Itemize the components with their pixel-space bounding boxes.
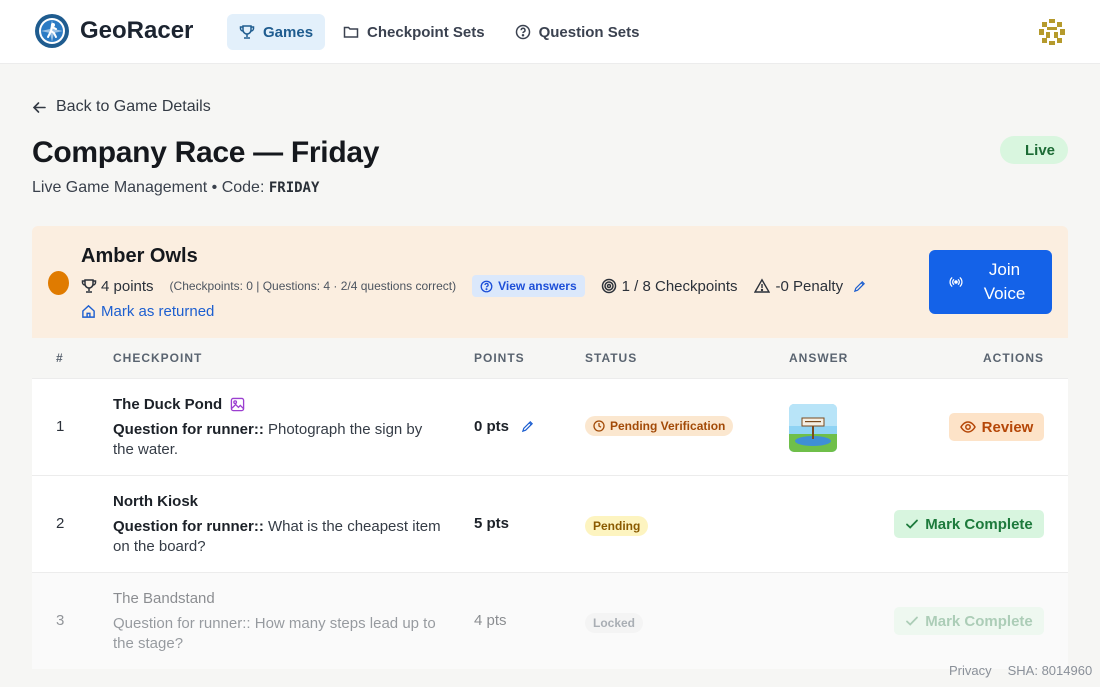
subtitle-text: Live Game Management • Code:: [32, 179, 269, 196]
mark-as-returned-link[interactable]: Mark as returned: [81, 303, 214, 320]
question-prefix: Question for runner::: [113, 518, 264, 535]
team-panel: Amber Owls 4 points (Checkpoints: 0 | Qu…: [32, 226, 1068, 338]
clock-icon: [593, 420, 605, 432]
top-nav-bar: GeoRacer Games Checkpoint Sets Question …: [0, 0, 1100, 64]
checkpoints-table: # CHECKPOINT POINTS STATUS ANSWER ACTION…: [32, 338, 1068, 669]
warning-triangle-icon: [753, 278, 770, 293]
eye-icon: [959, 421, 976, 433]
broadcast-icon: [949, 277, 962, 287]
target-icon: [601, 278, 616, 294]
edit-penalty-icon[interactable]: [853, 280, 866, 293]
row-number: 3: [56, 612, 65, 629]
check-icon: [906, 616, 919, 626]
nav-checkpoint-sets[interactable]: Checkpoint Sets: [331, 14, 497, 50]
trophy-icon: [81, 279, 97, 293]
page-title: Company Race — Friday: [32, 136, 380, 169]
row-number: 1: [56, 418, 65, 435]
live-status-badge: Live: [1000, 136, 1068, 164]
table-row: 3 The Bandstand Question for runner:: Ho…: [32, 572, 1068, 669]
penalty: -0 Penalty: [753, 277, 873, 295]
nav-question-sets[interactable]: Question Sets: [503, 14, 652, 50]
game-code: FRIDAY: [268, 180, 320, 196]
join-voice-button[interactable]: Join Voice: [929, 250, 1052, 314]
th-points: POINTS: [474, 351, 525, 365]
footer: Privacy SHA: 8014960: [949, 663, 1092, 678]
question-circle-icon: [515, 24, 530, 40]
arrow-left-icon: [32, 101, 46, 113]
row-number: 2: [56, 515, 65, 532]
team-name: Amber Owls: [81, 245, 198, 267]
checkpoint-title-text: The Duck Pond: [113, 396, 223, 413]
checkpoint-title: The Bandstand: [113, 590, 215, 607]
answer-photo-thumbnail[interactable]: [789, 404, 837, 452]
th-checkpoint: CHECKPOINT: [113, 351, 203, 365]
points-value: 4 pts: [474, 612, 507, 629]
user-avatar[interactable]: [1034, 14, 1070, 50]
th-actions: ACTIONS: [983, 351, 1044, 365]
points-value: 0 pts: [474, 418, 510, 435]
team-points: 4 points: [81, 278, 154, 295]
sha-label: SHA: 8014960: [1007, 663, 1093, 678]
view-answers-label: View answers: [498, 279, 577, 293]
mark-complete-label: Mark Complete: [925, 612, 1033, 630]
home-icon: [82, 304, 95, 318]
trophy-icon: [239, 25, 255, 39]
nav-games[interactable]: Games: [227, 14, 326, 50]
mark-complete-label: Mark Complete: [925, 515, 1033, 533]
team-color-dot: [48, 271, 69, 295]
back-to-game-details-link[interactable]: Back to Game Details: [32, 98, 211, 116]
checkpoint-question: Question for runner:: What is the cheape…: [113, 517, 443, 557]
checkpoint-question: Question for runner:: How many steps lea…: [113, 614, 443, 654]
game-subtitle: Live Game Management • Code: FRIDAY: [32, 179, 319, 197]
status-badge: Locked: [585, 613, 644, 633]
checkpoint-points: 5 pts: [474, 515, 509, 532]
question-circle-icon: [480, 280, 493, 292]
team-points-label: 4 points: [101, 277, 154, 295]
question-prefix: Question for runner::: [113, 421, 264, 438]
view-answers-button[interactable]: View answers: [472, 275, 585, 297]
checkpoint-title-text: North Kiosk: [113, 493, 199, 510]
review-button[interactable]: Review: [949, 413, 1044, 441]
checkpoints-count: 1 / 8 Checkpoints: [601, 278, 738, 295]
image-icon: [230, 397, 245, 412]
penalty-label: -0 Penalty: [775, 277, 844, 295]
georacer-logo-icon: [35, 14, 69, 48]
mark-complete-button[interactable]: Mark Complete: [894, 510, 1044, 538]
brand-name: GeoRacer: [80, 17, 194, 44]
table-header: # CHECKPOINT POINTS STATUS ANSWER ACTION…: [32, 338, 1068, 378]
checkpoint-title: The Duck Pond: [113, 396, 245, 413]
checkpoint-points: 4 pts: [474, 612, 507, 629]
nav-checkpoint-sets-label: Checkpoint Sets: [367, 23, 485, 41]
th-status: STATUS: [585, 351, 638, 365]
join-voice-label: Join Voice: [983, 260, 1026, 303]
checkpoint-question: Question for runner:: Photograph the sig…: [113, 420, 443, 460]
folder-icon: [343, 26, 359, 38]
status-badge: Pending Verification: [585, 416, 734, 436]
points-breakdown: (Checkpoints: 0 | Questions: 4 · 2/4 que…: [169, 279, 457, 293]
th-number: #: [56, 351, 64, 365]
check-icon: [906, 519, 919, 529]
main-nav: Games Checkpoint Sets Question Sets: [227, 14, 657, 50]
th-answer: ANSWER: [789, 351, 849, 365]
mark-complete-button[interactable]: Mark Complete: [894, 607, 1044, 635]
nav-question-sets-label: Question Sets: [538, 23, 640, 41]
mark-returned-label: Mark as returned: [101, 303, 215, 320]
brand[interactable]: GeoRacer: [34, 13, 193, 49]
team-stats: 4 points (Checkpoints: 0 | Questions: 4 …: [81, 275, 872, 297]
checkpoints-count-label: 1 / 8 Checkpoints: [621, 277, 738, 295]
table-row: 1 The Duck Pond Question for runner:: Ph…: [32, 378, 1068, 475]
points-value: 5 pts: [474, 515, 510, 532]
question-prefix: Question for runner::: [113, 615, 251, 632]
nav-games-label: Games: [263, 23, 314, 41]
checkpoint-points: 0 pts: [474, 418, 534, 435]
review-label: Review: [981, 418, 1034, 436]
back-label: Back to Game Details: [56, 98, 211, 115]
checkpoint-title: North Kiosk: [113, 493, 198, 510]
status-badge: Pending: [585, 516, 649, 536]
status-label: Pending Verification: [610, 419, 726, 433]
checkpoint-title-text: The Bandstand: [113, 590, 215, 607]
edit-points-icon[interactable]: [521, 420, 534, 433]
table-row: 2 North Kiosk Question for runner:: What…: [32, 475, 1068, 572]
privacy-link[interactable]: Privacy: [949, 663, 992, 678]
